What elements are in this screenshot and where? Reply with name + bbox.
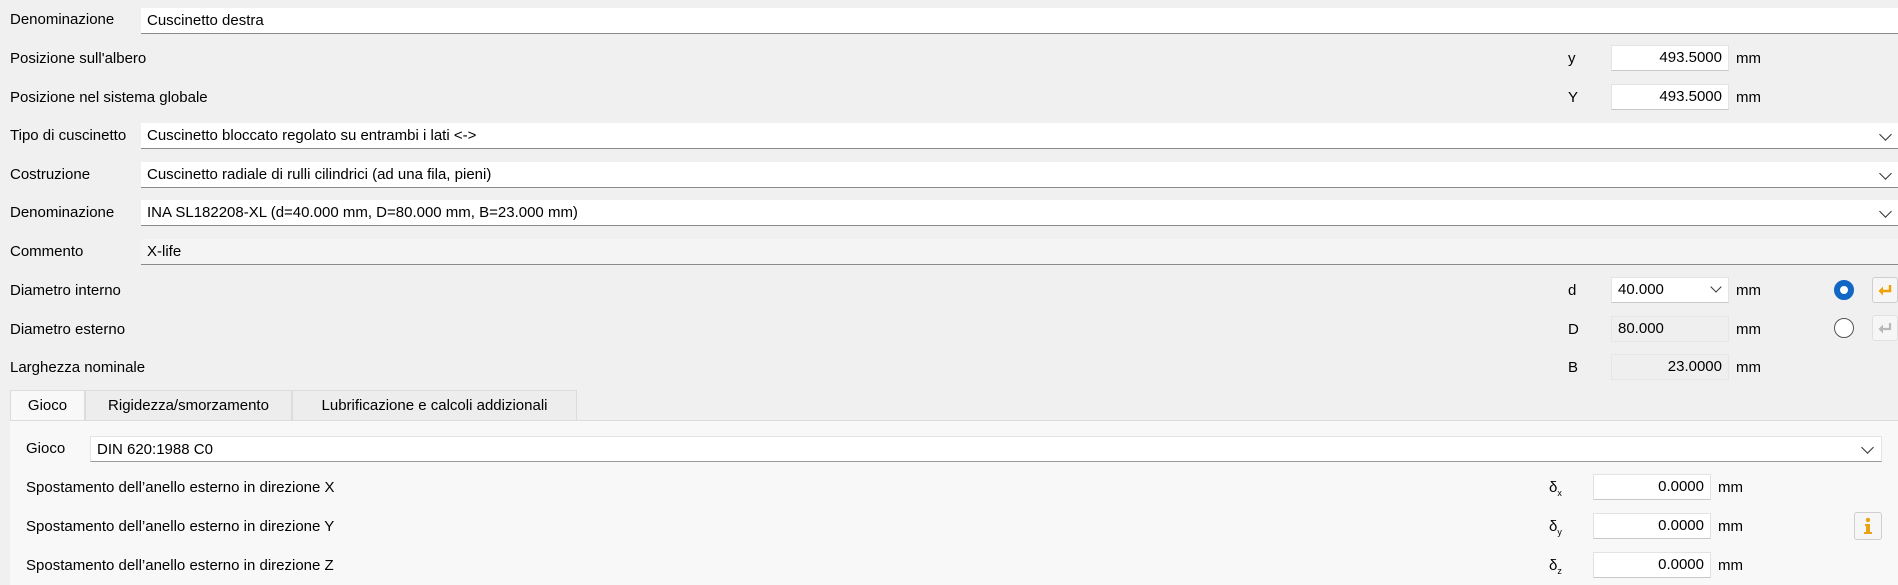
tipo-cuscinetto-select[interactable]: Cuscinetto bloccato regolato su entrambi… [141, 123, 1898, 149]
spostamento-z-unit: mm [1718, 557, 1743, 574]
info-icon[interactable] [1854, 512, 1882, 540]
diametro-esterno-label: Diametro esterno [10, 321, 126, 338]
diametro-interno-label: Diametro interno [10, 282, 121, 299]
posizione-globale-unit: mm [1736, 89, 1761, 106]
spostamento-y-input[interactable]: 0.0000 [1593, 513, 1711, 539]
diametro-interno-symbol: d [1568, 282, 1577, 299]
denominazione-input[interactable]: Cuscinetto destra [141, 8, 1898, 34]
spostamento-y-label: Spostamento dell’anello esterno in direz… [26, 518, 335, 535]
costruzione-select[interactable]: Cuscinetto radiale di rulli cilindrici (… [141, 162, 1898, 188]
posizione-albero-label: Posizione sull'albero [10, 50, 147, 67]
diametro-interno-select[interactable]: 40.000 [1611, 277, 1729, 303]
tipo-cuscinetto-value: Cuscinetto bloccato regolato su entrambi… [147, 127, 477, 144]
gioco-select[interactable]: DIN 620:1988 C0 [90, 436, 1882, 462]
posizione-albero-symbol: y [1568, 50, 1576, 67]
tab-gioco[interactable]: Gioco [10, 390, 85, 421]
denominazione-label: Denominazione [10, 11, 115, 28]
larghezza-label: Larghezza nominale [10, 359, 146, 376]
spostamento-y-symbol: δy [1549, 518, 1562, 537]
spostamento-z-symbol: δz [1549, 557, 1562, 576]
arrow-return-icon[interactable] [1872, 277, 1898, 303]
diametro-esterno-radio[interactable] [1834, 318, 1854, 338]
commento-input[interactable]: X-life [141, 239, 1898, 265]
arrow-return-icon[interactable] [1872, 315, 1898, 341]
denominazione-cuscinetto-value: INA SL182208-XL (d=40.000 mm, D=80.000 m… [147, 204, 578, 221]
denominazione-cuscinetto-select[interactable]: INA SL182208-XL (d=40.000 mm, D=80.000 m… [141, 200, 1898, 226]
spostamento-y-unit: mm [1718, 518, 1743, 535]
diametro-interno-radio[interactable] [1834, 280, 1854, 300]
diametro-interno-unit: mm [1736, 282, 1761, 299]
diametro-interno-value: 40.000 [1618, 281, 1664, 298]
larghezza-unit: mm [1736, 359, 1761, 376]
posizione-globale-symbol: Y [1568, 89, 1579, 106]
posizione-albero-unit: mm [1736, 50, 1761, 67]
tab-rigidezza[interactable]: Rigidezza/smorzamento [85, 390, 292, 420]
gioco-value: DIN 620:1988 C0 [97, 441, 213, 458]
posizione-globale-label: Posizione nel sistema globale [10, 89, 208, 106]
diametro-esterno-input[interactable]: 80.000 [1611, 316, 1729, 342]
posizione-albero-input[interactable]: 493.5000 [1611, 45, 1729, 71]
costruzione-value: Cuscinetto radiale di rulli cilindrici (… [147, 166, 492, 183]
diametro-esterno-symbol: D [1568, 321, 1579, 338]
costruzione-label: Costruzione [10, 166, 91, 183]
spostamento-x-input[interactable]: 0.0000 [1593, 474, 1711, 500]
spostamento-x-unit: mm [1718, 479, 1743, 496]
spostamento-z-label: Spostamento dell’anello esterno in direz… [26, 557, 334, 574]
spostamento-z-input[interactable]: 0.0000 [1593, 552, 1711, 578]
tab-lubrificazione[interactable]: Lubrificazione e calcoli addizionali [292, 390, 577, 420]
spostamento-x-symbol: δx [1549, 479, 1562, 498]
denominazione-cuscinetto-label: Denominazione [10, 204, 115, 221]
posizione-globale-input[interactable]: 493.5000 [1611, 84, 1729, 110]
tipo-cuscinetto-label: Tipo di cuscinetto [10, 127, 127, 144]
larghezza-symbol: B [1568, 359, 1579, 376]
commento-label: Commento [10, 243, 84, 260]
spostamento-x-label: Spostamento dell’anello esterno in direz… [26, 479, 335, 496]
gioco-label: Gioco [26, 440, 66, 457]
larghezza-input[interactable]: 23.0000 [1611, 354, 1729, 380]
diametro-esterno-unit: mm [1736, 321, 1761, 338]
